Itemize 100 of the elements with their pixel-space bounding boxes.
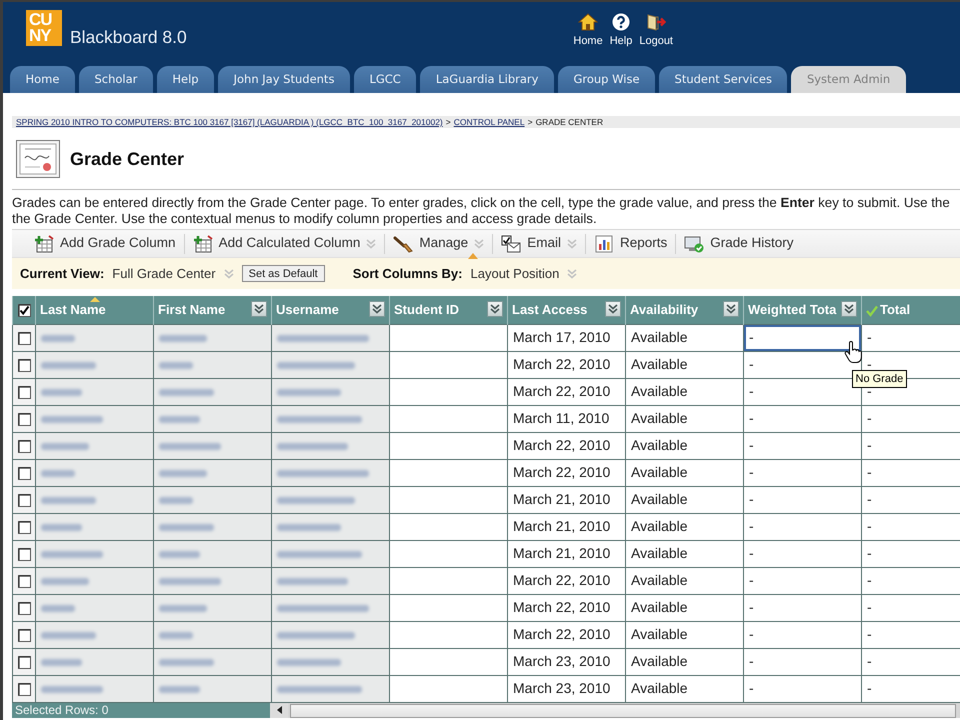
table-cell: Available bbox=[626, 405, 744, 432]
column-menu-button[interactable] bbox=[841, 301, 857, 317]
blurred-text bbox=[277, 442, 348, 450]
instruction-text: the Grade Center. Use the contextual menus to modify column properties and access grade details. bbox=[12, 211, 597, 227]
column-menu-button[interactable] bbox=[251, 301, 267, 317]
blurred-text bbox=[41, 550, 103, 558]
sort-dropdown[interactable]: Layout Position bbox=[470, 264, 578, 284]
nav-tab[interactable]: Student Services bbox=[659, 66, 788, 93]
column-header[interactable]: Username bbox=[272, 296, 390, 324]
blurred-text bbox=[41, 686, 103, 693]
row-checkbox[interactable] bbox=[18, 466, 30, 480]
toolbar-button[interactable]: Add Grade Column bbox=[26, 232, 184, 254]
blurred-text bbox=[159, 416, 200, 423]
set-default-button[interactable]: Set as Default bbox=[242, 265, 325, 282]
column-menu-button[interactable] bbox=[723, 301, 739, 317]
column-header[interactable]: Last Access bbox=[508, 296, 626, 324]
blurred-text bbox=[159, 550, 200, 558]
header-link[interactable]: Logout bbox=[639, 13, 673, 66]
column-header[interactable]: Availability bbox=[626, 296, 744, 324]
table-cell: March 23, 2010 bbox=[508, 675, 626, 702]
field-label: Sort Columns By: bbox=[352, 264, 462, 283]
table-cell: March 22, 2010 bbox=[508, 432, 626, 459]
breadcrumb-link[interactable]: SPRING 2010 INTRO TO COMPUTERS: BTC 100 3167 [3167] (LAGUARDIA ) (LGCC_BTC_100_3167_201002) bbox=[16, 117, 443, 127]
select-all-checkbox[interactable] bbox=[18, 304, 30, 318]
row-checkbox[interactable] bbox=[18, 358, 30, 372]
view-dropdown[interactable]: Full Grade Center bbox=[112, 264, 234, 284]
nav-tab[interactable]: John Jay Students bbox=[218, 66, 350, 93]
header-link[interactable]: Home bbox=[573, 13, 603, 66]
row-checkbox[interactable] bbox=[18, 440, 30, 453]
table-cell: March 21, 2010 bbox=[508, 513, 626, 540]
toolbar-button[interactable]: Reports bbox=[586, 232, 676, 254]
nav-tab[interactable]: Home bbox=[10, 66, 75, 93]
table-cell: March 21, 2010 bbox=[508, 486, 626, 513]
product-name: Blackboard 8.0 bbox=[70, 26, 187, 49]
scroll-left-button[interactable] bbox=[270, 702, 288, 718]
grade-cell[interactable]: - bbox=[744, 324, 862, 351]
toolbar-button[interactable]: Add Calculated Column bbox=[184, 232, 384, 254]
table-cell: - bbox=[744, 513, 862, 540]
table-cell: March 22, 2010 bbox=[508, 378, 626, 405]
chevron-icon bbox=[254, 304, 264, 314]
logo-text: NY bbox=[29, 28, 51, 44]
column-menu-button[interactable] bbox=[487, 301, 503, 317]
nav-tab[interactable]: Help bbox=[156, 66, 214, 93]
table-cell: Available bbox=[626, 648, 744, 675]
row-checkbox[interactable] bbox=[18, 412, 30, 426]
nav-tab[interactable]: System Admin bbox=[791, 66, 906, 93]
table-cell: - bbox=[862, 324, 960, 351]
toolbar-button[interactable]: Grade History bbox=[676, 232, 802, 254]
blurred-text bbox=[277, 658, 341, 666]
blurred-text bbox=[159, 658, 214, 666]
column-header[interactable]: First Name bbox=[154, 296, 272, 324]
nav-tab[interactable]: LGCC bbox=[354, 66, 416, 93]
table-cell: Available bbox=[626, 540, 744, 567]
blurred-text bbox=[41, 496, 96, 504]
row-checkbox[interactable] bbox=[18, 656, 30, 669]
column-menu-button[interactable] bbox=[369, 301, 385, 317]
row-checkbox[interactable] bbox=[18, 520, 30, 534]
add-column-icon bbox=[34, 234, 54, 252]
breadcrumb-separator: > bbox=[446, 117, 451, 127]
chevron-icon bbox=[224, 268, 234, 278]
table-cell: March 21, 2010 bbox=[508, 540, 626, 567]
row-checkbox[interactable] bbox=[18, 548, 30, 561]
blurred-text bbox=[159, 442, 221, 450]
row-checkbox[interactable] bbox=[18, 574, 30, 588]
logo-text: CU bbox=[29, 12, 52, 28]
column-header[interactable]: Last Name bbox=[36, 296, 154, 324]
table-cell: March 22, 2010 bbox=[508, 459, 626, 486]
selected-rows-count: Selected Rows: 0 bbox=[12, 702, 270, 718]
column-header[interactable]: Weighted Tota bbox=[744, 296, 862, 324]
toolbar-button[interactable]: Manage bbox=[385, 232, 492, 254]
breadcrumb-link[interactable]: CONTROL PANEL bbox=[454, 117, 525, 127]
toolbar-button[interactable]: Email bbox=[493, 232, 585, 254]
nav-tab[interactable]: LaGuardia Library bbox=[420, 66, 554, 93]
row-checkbox[interactable] bbox=[18, 494, 30, 507]
blurred-text bbox=[159, 362, 193, 369]
blurred-text bbox=[277, 388, 341, 396]
field-label: Current View: bbox=[20, 264, 104, 283]
table-cell: March 23, 2010 bbox=[508, 648, 626, 675]
table-cell: - bbox=[744, 540, 862, 567]
table-cell: Available bbox=[626, 459, 744, 486]
row-checkbox[interactable] bbox=[18, 628, 30, 642]
chevron-icon bbox=[726, 304, 736, 314]
column-header[interactable]: Total bbox=[862, 296, 960, 324]
nav-tab[interactable]: Scholar bbox=[78, 66, 153, 93]
column-header[interactable]: Student ID bbox=[390, 296, 508, 324]
chevron-icon bbox=[608, 304, 618, 314]
blurred-text bbox=[159, 632, 193, 639]
row-checkbox[interactable] bbox=[18, 682, 30, 696]
row-checkbox[interactable] bbox=[18, 332, 30, 345]
table-cell: - bbox=[744, 648, 862, 675]
row-checkbox[interactable] bbox=[18, 602, 30, 615]
table-cell: Available bbox=[626, 675, 744, 702]
nav-tab[interactable]: Group Wise bbox=[558, 66, 656, 93]
column-menu-button[interactable] bbox=[605, 301, 621, 317]
header-link[interactable]: Help bbox=[610, 13, 632, 66]
door-arrow-icon bbox=[646, 13, 666, 31]
blurred-text bbox=[159, 470, 207, 477]
table-cell: Available bbox=[626, 351, 744, 378]
row-checkbox[interactable] bbox=[18, 386, 30, 399]
table-cell: Available bbox=[626, 378, 744, 405]
